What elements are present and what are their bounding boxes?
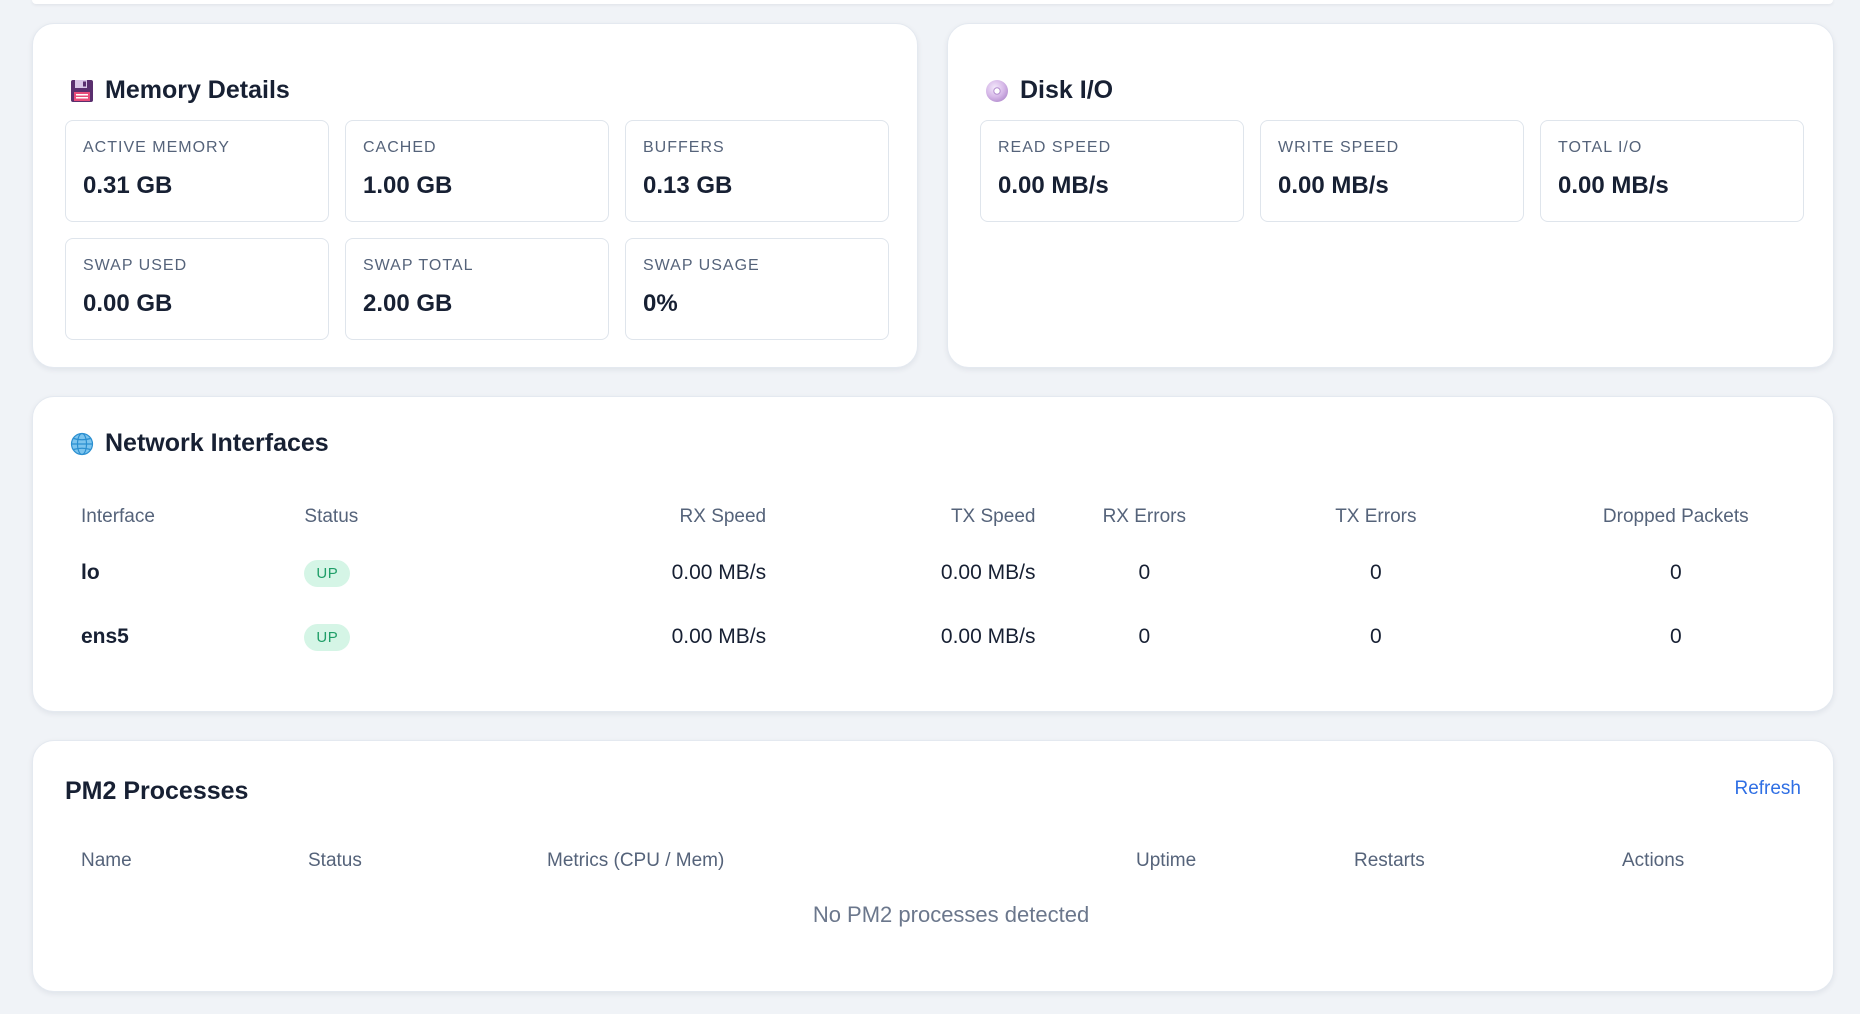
- pm2-processes-card: PM2 Processes Refresh Name Status Metric…: [32, 740, 1834, 992]
- tx-speed: 0.00 MB/s: [940, 561, 1036, 584]
- stat-swap-usage: SWAP USAGE 0%: [625, 238, 889, 340]
- stat-value: 0.00 GB: [83, 290, 173, 317]
- dropped-packets: 0: [1669, 561, 1682, 584]
- stat-value: 1.00 GB: [363, 172, 453, 199]
- globe-icon: [69, 431, 95, 457]
- column-header-rx-errors: RX Errors: [1102, 506, 1186, 527]
- stat-total-io: TOTAL I/O 0.00 MB/s: [1540, 120, 1804, 222]
- column-header-status: Status: [304, 506, 359, 527]
- network-interfaces-card: Network Interfaces Interface Status RX S…: [32, 396, 1834, 712]
- network-interfaces-title: Network Interfaces: [69, 429, 329, 458]
- refresh-button[interactable]: Refresh: [1734, 778, 1801, 800]
- memory-details-heading: Memory Details: [105, 76, 290, 104]
- stat-label: ACTIVE MEMORY: [83, 139, 230, 156]
- table-header-row: Interface Status RX Speed TX Speed RX Er…: [65, 493, 1837, 541]
- stat-read-speed: READ SPEED 0.00 MB/s: [980, 120, 1244, 222]
- column-header-restarts: Restarts: [1354, 850, 1425, 871]
- status-badge: UP: [304, 623, 351, 651]
- interface-name: ens5: [81, 625, 129, 648]
- column-header-uptime: Uptime: [1136, 850, 1197, 871]
- memory-details-card: Memory Details ACTIVE MEMORY 0.31 GB CAC…: [32, 23, 918, 368]
- column-header-tx-errors: TX Errors: [1335, 506, 1417, 527]
- stat-value: 0.00 MB/s: [1278, 172, 1389, 199]
- status-cell: UP: [288, 605, 512, 669]
- stat-swap-used: SWAP USED 0.00 GB: [65, 238, 329, 340]
- table-header-row: Name Status Metrics (CPU / Mem) Uptime R…: [65, 837, 1837, 885]
- tx-errors: 0: [1370, 625, 1382, 648]
- tx-errors: 0: [1370, 561, 1382, 584]
- stat-value: 2.00 GB: [363, 290, 453, 317]
- column-header-rx-speed: RX Speed: [679, 506, 767, 527]
- rx-errors: 0: [1138, 561, 1151, 584]
- stat-label: WRITE SPEED: [1278, 139, 1400, 156]
- stat-value: 0.00 MB/s: [1558, 172, 1669, 199]
- disk-io-title: Disk I/O: [984, 76, 1113, 105]
- network-interfaces-table: Interface Status RX Speed TX Speed RX Er…: [65, 493, 1837, 669]
- stat-active-memory: ACTIVE MEMORY 0.31 GB: [65, 120, 329, 222]
- disk-io-card: Disk I/O READ SPEED 0.00 MB/s WRITE SPEE…: [947, 23, 1834, 368]
- column-header-interface: Interface: [81, 506, 155, 527]
- stat-label: SWAP USED: [83, 257, 188, 274]
- column-header-name: Name: [81, 850, 132, 871]
- table-row: lo UP 0.00 MB/s 0.00 MB/s 0 0 0: [65, 541, 1837, 605]
- stat-value: 0.00 MB/s: [998, 172, 1109, 199]
- stat-label: SWAP TOTAL: [363, 257, 474, 274]
- network-interfaces-heading: Network Interfaces: [105, 429, 329, 457]
- stat-label: READ SPEED: [998, 139, 1112, 156]
- rx-speed: 0.00 MB/s: [671, 625, 767, 648]
- stat-value: 0.31 GB: [83, 172, 173, 199]
- rx-errors: 0: [1138, 625, 1151, 648]
- floppy-disk-icon: [69, 78, 95, 104]
- stat-buffers: BUFFERS 0.13 GB: [625, 120, 889, 222]
- column-header-dropped-packets: Dropped Packets: [1602, 506, 1749, 527]
- column-header-status: Status: [308, 850, 362, 871]
- empty-state-message: No PM2 processes detected: [812, 902, 1090, 927]
- disk-stats-grid: READ SPEED 0.00 MB/s WRITE SPEED 0.00 MB…: [980, 120, 1804, 222]
- stat-value: 0.13 GB: [643, 172, 733, 199]
- dropped-packets: 0: [1669, 625, 1682, 648]
- previous-card-edge: [32, 0, 1833, 4]
- stat-value: 0%: [643, 290, 678, 317]
- interface-name: lo: [81, 561, 100, 584]
- stat-label: TOTAL I/O: [1558, 139, 1643, 156]
- stat-cached: CACHED 1.00 GB: [345, 120, 609, 222]
- tx-speed: 0.00 MB/s: [940, 625, 1036, 648]
- optical-disc-icon: [984, 78, 1010, 104]
- stat-label: CACHED: [363, 139, 437, 156]
- stat-label: SWAP USAGE: [643, 257, 760, 274]
- column-header-metrics: Metrics (CPU / Mem): [547, 850, 725, 871]
- memory-details-title: Memory Details: [69, 76, 290, 105]
- stat-swap-total: SWAP TOTAL 2.00 GB: [345, 238, 609, 340]
- memory-stats-grid: ACTIVE MEMORY 0.31 GB CACHED 1.00 GB BUF…: [65, 120, 889, 340]
- rx-speed: 0.00 MB/s: [671, 561, 767, 584]
- pm2-processes-table: Name Status Metrics (CPU / Mem) Uptime R…: [65, 837, 1837, 945]
- column-header-actions: Actions: [1622, 850, 1685, 871]
- stat-write-speed: WRITE SPEED 0.00 MB/s: [1260, 120, 1524, 222]
- status-badge: UP: [304, 559, 351, 587]
- disk-io-heading: Disk I/O: [1020, 76, 1114, 104]
- pm2-processes-title: PM2 Processes: [65, 777, 249, 805]
- empty-state-row: No PM2 processes detected: [65, 885, 1837, 945]
- status-cell: UP: [288, 541, 512, 605]
- table-row: ens5 UP 0.00 MB/s 0.00 MB/s 0 0 0: [65, 605, 1837, 669]
- stat-label: BUFFERS: [643, 139, 725, 156]
- column-header-tx-speed: TX Speed: [950, 506, 1036, 527]
